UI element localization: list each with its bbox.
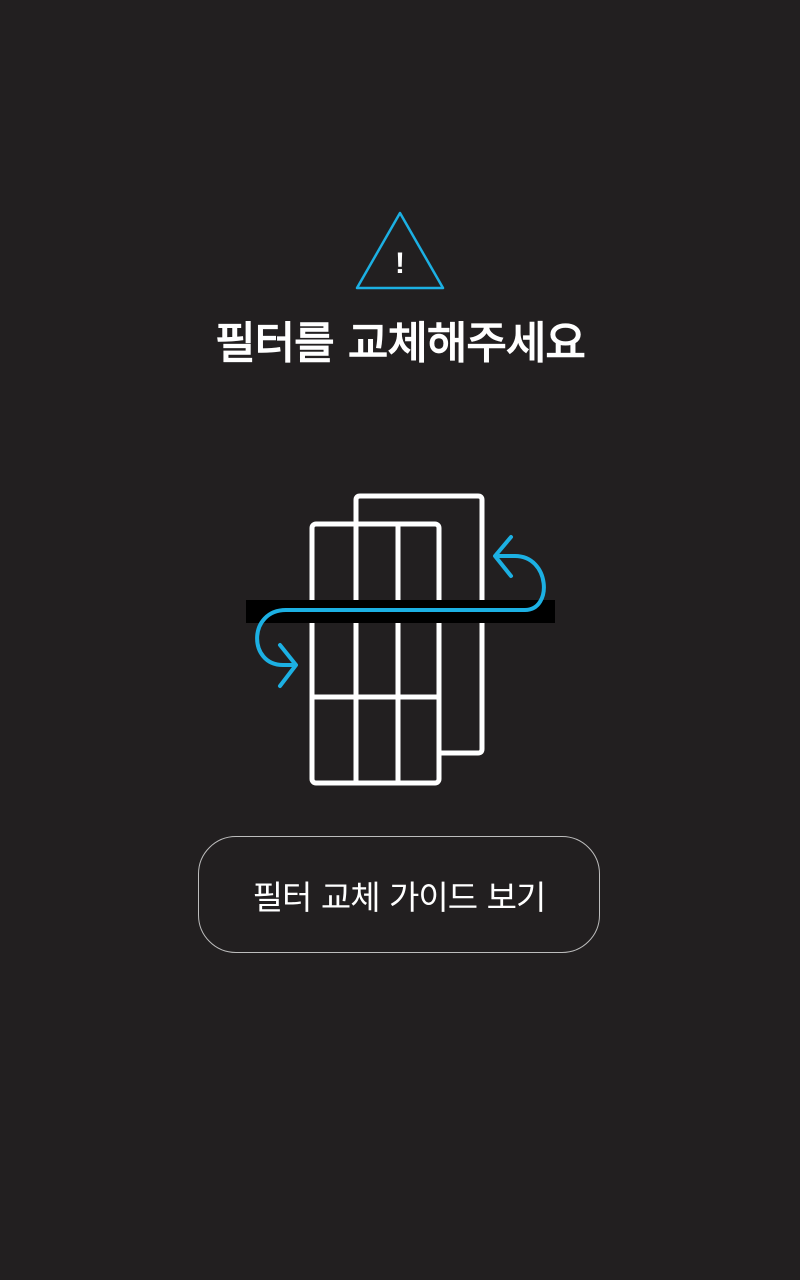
front-filter-panel [309,521,442,786]
filter-guide-button-label: 필터 교체 가이드 보기 [252,877,547,917]
filter-guide-button[interactable]: 필터 교체 가이드 보기 [198,836,600,953]
back-filter-panel [353,493,485,756]
page-title: 필터를 교체해주세요 [215,318,586,369]
filter-replacement-screen: ! 필터를 교체해주세요 필터 교체 가이드 보기 [0,0,800,1280]
warning-mark: ! [395,247,405,280]
warning-triangle-icon: ! [355,211,445,290]
filter-rotate-icon [246,493,555,786]
